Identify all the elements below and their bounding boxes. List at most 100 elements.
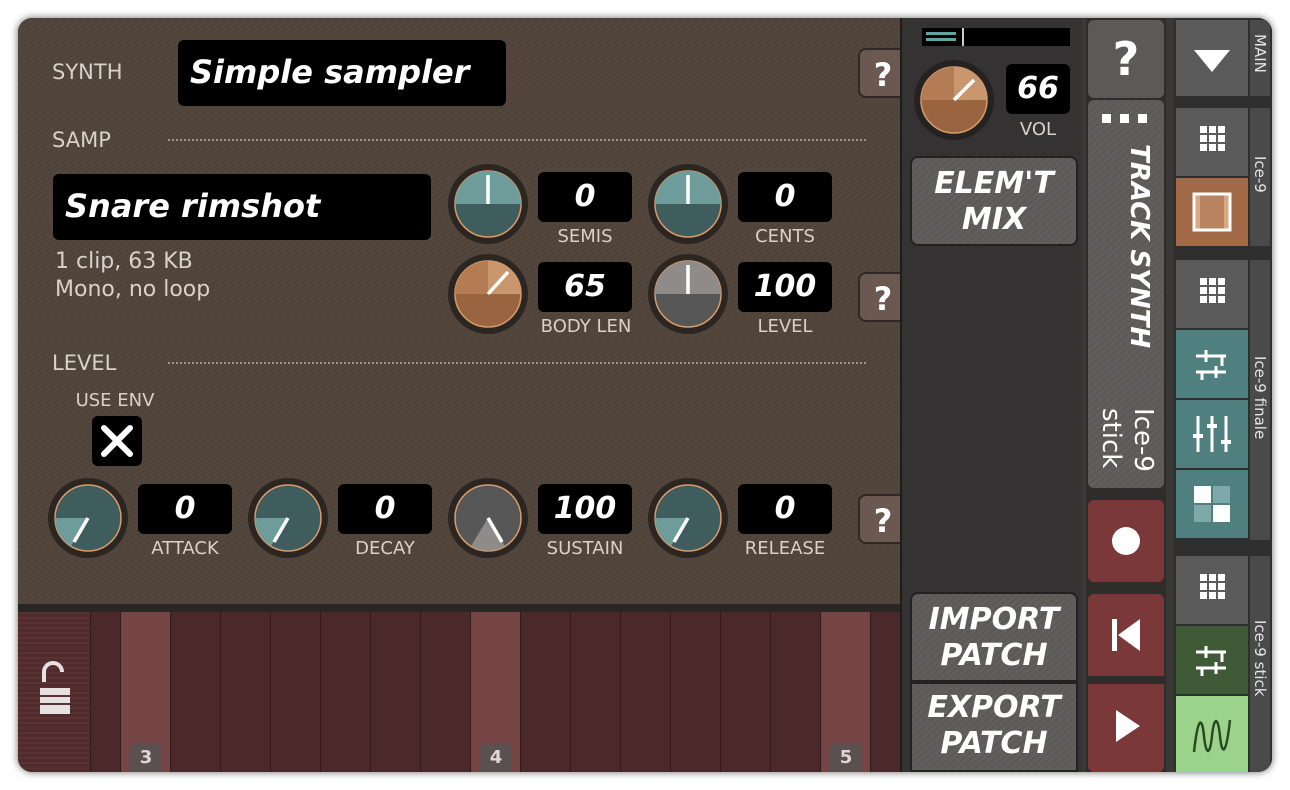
main-menu-button[interactable]	[1176, 20, 1248, 96]
tab-ice9-finale[interactable]: Ice-9 finale	[1250, 260, 1270, 540]
routing-icon	[1196, 646, 1226, 676]
attack-label: ATTACK	[151, 538, 219, 559]
attack-value[interactable]: 0	[138, 484, 232, 534]
help-button-level[interactable]: ?	[858, 494, 906, 544]
import-patch-label-2: PATCH	[940, 638, 1048, 673]
release-value[interactable]: 0	[738, 484, 832, 534]
tab-ice9[interactable]: Ice-9	[1250, 108, 1270, 246]
app-window: SYNTH Simple sampler ? SAMP Snare rimsho…	[18, 18, 1272, 772]
export-patch-button[interactable]: EXPORT PATCH	[910, 682, 1078, 772]
synth-name-field[interactable]: Simple sampler	[178, 40, 506, 106]
track-synth-panel[interactable]: TRACK SYNTH Ice-9 stick	[1088, 100, 1164, 488]
semis-knob[interactable]	[446, 162, 530, 246]
track-name-line-2: stick	[1096, 408, 1126, 469]
attack-knob[interactable]	[46, 476, 130, 560]
sample-name-field[interactable]: Snare rimshot	[53, 174, 431, 240]
piano-key[interactable]: 5	[820, 612, 870, 772]
grid-icon	[1200, 574, 1225, 599]
export-patch-label-2: PATCH	[940, 726, 1048, 761]
piano-key[interactable]: 3	[120, 612, 170, 772]
piano-key[interactable]	[770, 612, 820, 772]
sustain-label: SUSTAIN	[546, 538, 624, 559]
vol-knob[interactable]	[912, 58, 996, 142]
sustain-knob[interactable]	[446, 476, 530, 560]
pads-button-ice9-finale[interactable]	[1176, 470, 1248, 538]
meter-bar	[926, 32, 956, 35]
grid-button-ice9-stick[interactable]	[1176, 556, 1248, 624]
piano-key[interactable]	[720, 612, 770, 772]
tab-main[interactable]: MAIN	[1250, 20, 1270, 96]
sustain-value[interactable]: 100	[538, 484, 632, 534]
import-patch-button[interactable]: IMPORT PATCH	[910, 592, 1078, 682]
pads-icon	[1194, 486, 1230, 522]
import-patch-label-1: IMPORT	[928, 602, 1060, 637]
piano-key[interactable]	[570, 612, 620, 772]
vol-value[interactable]: 66	[1006, 64, 1070, 114]
piano-key[interactable]	[220, 612, 270, 772]
samp-section-label: SAMP	[52, 128, 111, 152]
record-button[interactable]	[1088, 500, 1164, 582]
piano-key[interactable]	[170, 612, 220, 772]
piano-keyboard[interactable]: 3 4 5	[18, 612, 900, 772]
octave-label: 3	[130, 744, 162, 772]
octave-label: 4	[480, 744, 512, 772]
tab-ice9-stick[interactable]: Ice-9 stick	[1250, 556, 1270, 772]
meter-peak	[962, 28, 964, 46]
help-button-sample[interactable]: ?	[858, 272, 906, 322]
drag-handle-icon	[1102, 114, 1148, 124]
body-len-value[interactable]: 65	[538, 262, 632, 312]
piano-key[interactable]	[670, 612, 720, 772]
element-mix-label-1: ELEM'T	[934, 166, 1054, 201]
grid-icon	[1200, 126, 1225, 151]
synth-button-ice9-stick[interactable]	[1176, 696, 1248, 772]
piano-key[interactable]	[320, 612, 370, 772]
sampler-button-ice9[interactable]	[1176, 178, 1248, 246]
play-icon	[1116, 710, 1140, 742]
routing-button-ice9-finale[interactable]	[1176, 330, 1248, 398]
body-len-knob[interactable]	[446, 252, 530, 336]
skip-back-icon	[1112, 619, 1140, 651]
piano-key[interactable]	[90, 612, 120, 772]
cents-knob[interactable]	[646, 162, 730, 246]
piano-key[interactable]	[520, 612, 570, 772]
decay-label: DECAY	[355, 538, 415, 559]
piano-key[interactable]	[870, 612, 900, 772]
routing-button-ice9-stick[interactable]	[1176, 626, 1248, 694]
piano-key[interactable]: 4	[470, 612, 520, 772]
mixer-button-ice9-finale[interactable]	[1176, 400, 1248, 468]
triangle-down-icon	[1194, 50, 1230, 72]
cents-value[interactable]: 0	[738, 172, 832, 222]
use-env-label: USE ENV	[75, 390, 155, 411]
piano-key[interactable]	[370, 612, 420, 772]
grid-button-ice9-finale[interactable]	[1176, 260, 1248, 328]
piano-key[interactable]	[620, 612, 670, 772]
decay-knob[interactable]	[246, 476, 330, 560]
element-mix-button[interactable]: ELEM'T MIX	[910, 156, 1078, 246]
semis-value[interactable]: 0	[538, 172, 632, 222]
meter-bar	[926, 38, 956, 41]
samp-divider	[168, 139, 866, 141]
track-column: ? TRACK SYNTH Ice-9 stick	[1086, 18, 1166, 772]
grid-icon	[1200, 278, 1225, 303]
rewind-button[interactable]	[1088, 594, 1164, 676]
piano-key[interactable]	[420, 612, 470, 772]
tab-main-label: MAIN	[1251, 34, 1269, 73]
tab-ice9-label: Ice-9	[1251, 156, 1269, 193]
body-len-label: BODY LEN	[540, 316, 632, 337]
level-knob[interactable]	[646, 252, 730, 336]
piano-key[interactable]	[270, 612, 320, 772]
level-value[interactable]: 100	[738, 262, 832, 312]
check-x-icon	[101, 425, 133, 457]
tab-ice9-finale-label: Ice-9 finale	[1251, 356, 1269, 440]
sample-info-mode: Mono, no loop	[55, 277, 211, 302]
play-button[interactable]	[1088, 684, 1164, 772]
grid-button-ice9[interactable]	[1176, 108, 1248, 176]
synth-editor-panel: SYNTH Simple sampler ? SAMP Snare rimsho…	[18, 18, 906, 604]
use-env-checkbox[interactable]	[92, 416, 142, 466]
level-knob-label: LEVEL	[757, 316, 813, 337]
track-help-button[interactable]: ?	[1088, 20, 1164, 98]
help-button-synth[interactable]: ?	[858, 48, 906, 98]
decay-value[interactable]: 0	[338, 484, 432, 534]
keyboard-lock-column[interactable]	[18, 612, 90, 772]
release-knob[interactable]	[646, 476, 730, 560]
